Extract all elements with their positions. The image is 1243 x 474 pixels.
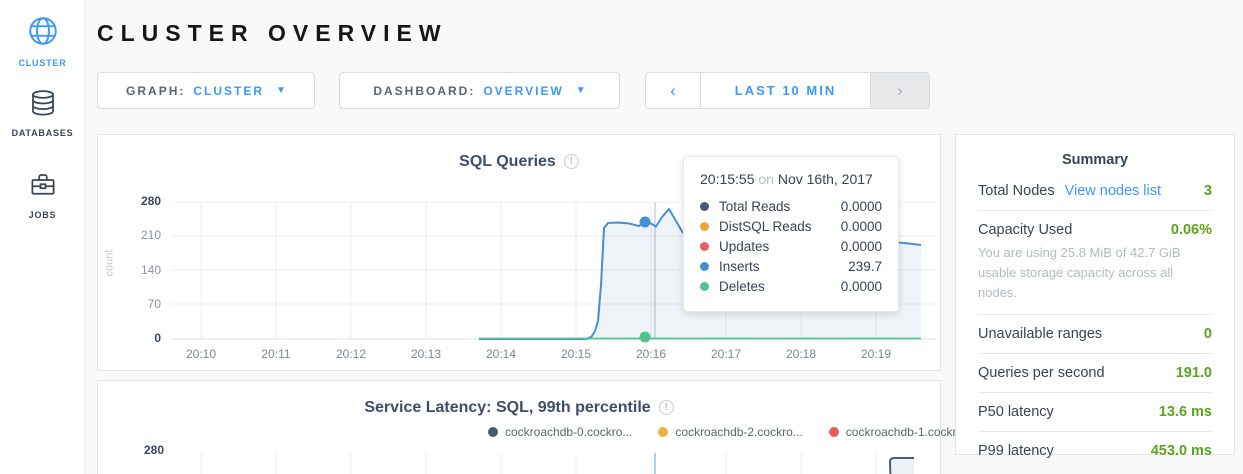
time-range-button[interactable]: LAST 10 MIN (701, 73, 870, 108)
briefcase-icon (28, 187, 58, 204)
summary-row-p99-latency: P99 latency 453.0 ms (978, 432, 1212, 470)
sidebar-item-databases[interactable]: DATABASES (0, 88, 85, 138)
cluster-overview-page: CLUSTER DATABASES JOBS (0, 0, 1243, 474)
summary-row-p50-latency: P50 latency 13.6 ms (978, 393, 1212, 432)
chevron-down-icon: ▼ (276, 85, 286, 96)
dashboard-dropdown-value: OVERVIEW (483, 84, 563, 98)
sidebar-item-cluster[interactable]: CLUSTER (0, 14, 85, 68)
sql-queries-chart-card: SQL Queries! count 280 210 140 70 0 20:1… (97, 134, 941, 371)
sidebar-item-label: CLUSTER (0, 58, 85, 68)
series-color-dot (700, 262, 709, 271)
summary-panel: Summary Total Nodes View nodes list 3 Ca… (955, 134, 1235, 455)
capacity-subtext: You are using 25.8 MiB of 42.7 GiB usabl… (978, 243, 1212, 303)
deletes-hover-dot (640, 332, 651, 343)
series-color-dot (700, 222, 709, 231)
dashboard-dropdown[interactable]: DASHBOARD: OVERVIEW ▼ (339, 72, 620, 109)
summary-row-capacity-used: Capacity Used 0.06% You are using 25.8 M… (978, 211, 1212, 315)
inserts-hover-dot (640, 217, 651, 228)
service-latency-chart-card: Service Latency: SQL, 99th percentile! c… (97, 380, 941, 474)
sidebar: CLUSTER DATABASES JOBS (0, 0, 85, 474)
chevron-right-icon: › (897, 81, 903, 101)
latency-area-fill (890, 458, 914, 474)
sidebar-item-label: JOBS (0, 210, 85, 220)
service-latency-plot[interactable] (98, 381, 940, 474)
summary-row-unavailable-ranges: Unavailable ranges 0 (978, 315, 1212, 354)
graph-dropdown-label: GRAPH: (126, 84, 185, 98)
page-title: CLUSTER OVERVIEW (97, 20, 448, 47)
sidebar-item-label: DATABASES (0, 128, 85, 138)
chevron-down-icon: ▼ (576, 85, 586, 96)
database-icon (28, 105, 58, 122)
chart-tooltip: 20:15:55 on Nov 16th, 2017 Total Reads 0… (683, 156, 899, 312)
summary-row-total-nodes: Total Nodes View nodes list 3 (978, 172, 1212, 211)
tooltip-timestamp: 20:15:55 on Nov 16th, 2017 (700, 171, 882, 187)
tooltip-series-row: DistSQL Reads 0.0000 (700, 216, 882, 236)
dashboard-dropdown-label: DASHBOARD: (373, 84, 475, 98)
series-color-dot (700, 202, 709, 211)
time-window-selector: ‹ LAST 10 MIN › (645, 72, 930, 109)
graph-dropdown[interactable]: GRAPH: CLUSTER ▼ (97, 72, 315, 109)
globe-icon (26, 35, 60, 52)
chevron-left-icon: ‹ (670, 81, 676, 101)
series-color-dot (700, 242, 709, 251)
tooltip-series-row: Deletes 0.0000 (700, 276, 882, 296)
sidebar-item-jobs[interactable]: JOBS (0, 170, 85, 220)
series-color-dot (700, 282, 709, 291)
summary-row-queries-per-second: Queries per second 191.0 (978, 354, 1212, 393)
time-next-button[interactable]: › (870, 73, 929, 108)
view-nodes-list-link[interactable]: View nodes list (1065, 183, 1161, 199)
tooltip-series-row: Inserts 239.7 (700, 256, 882, 276)
tooltip-series-row: Updates 0.0000 (700, 236, 882, 256)
summary-title: Summary (978, 135, 1212, 168)
tooltip-series-row: Total Reads 0.0000 (700, 196, 882, 216)
time-prev-button[interactable]: ‹ (646, 73, 701, 108)
graph-dropdown-value: CLUSTER (193, 84, 264, 98)
